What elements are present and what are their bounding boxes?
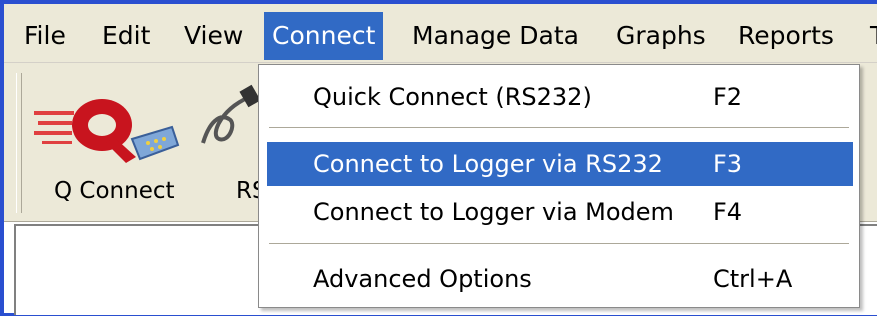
- menu-tools[interactable]: T: [862, 12, 877, 60]
- toolbar-grip[interactable]: [16, 73, 22, 213]
- serial-cable-icon: [201, 84, 259, 144]
- menu-item-quick-connect[interactable]: Quick Connect (RS232) F2: [267, 75, 853, 119]
- menu-item-label: Connect to Logger via RS232: [313, 150, 663, 178]
- menu-item-shortcut: F4: [713, 198, 743, 226]
- menu-item-label: Connect to Logger via Modem: [313, 198, 674, 226]
- menu-item-connect-modem[interactable]: Connect to Logger via Modem F4: [267, 190, 853, 234]
- menu-file[interactable]: File: [16, 12, 74, 60]
- menu-graphs[interactable]: Graphs: [608, 12, 714, 60]
- menu-item-advanced-options[interactable]: Advanced Options Ctrl+A: [267, 257, 853, 301]
- menu-separator: [269, 243, 849, 245]
- menu-connect[interactable]: Connect: [264, 12, 384, 60]
- connect-dropdown-menu: Quick Connect (RS232) F2 Connect to Logg…: [258, 64, 860, 308]
- menu-reports[interactable]: Reports: [730, 12, 842, 60]
- menu-separator: [269, 127, 849, 129]
- menu-item-shortcut: Ctrl+A: [713, 265, 793, 293]
- menu-item-shortcut: F2: [713, 83, 743, 111]
- q-connect-label: Q Connect: [54, 178, 175, 204]
- menu-item-label: Quick Connect (RS232): [313, 83, 592, 111]
- menu-view[interactable]: View: [176, 12, 251, 60]
- menu-bar: File Edit View Connect Manage Data Graph…: [4, 4, 877, 63]
- menu-edit[interactable]: Edit: [94, 12, 158, 60]
- menu-item-shortcut: F3: [713, 150, 743, 178]
- quick-connect-icon: [34, 99, 180, 163]
- menu-item-connect-rs232[interactable]: Connect to Logger via RS232 F3: [267, 142, 853, 186]
- menu-manage-data[interactable]: Manage Data: [404, 12, 587, 60]
- menu-item-label: Advanced Options: [313, 265, 532, 293]
